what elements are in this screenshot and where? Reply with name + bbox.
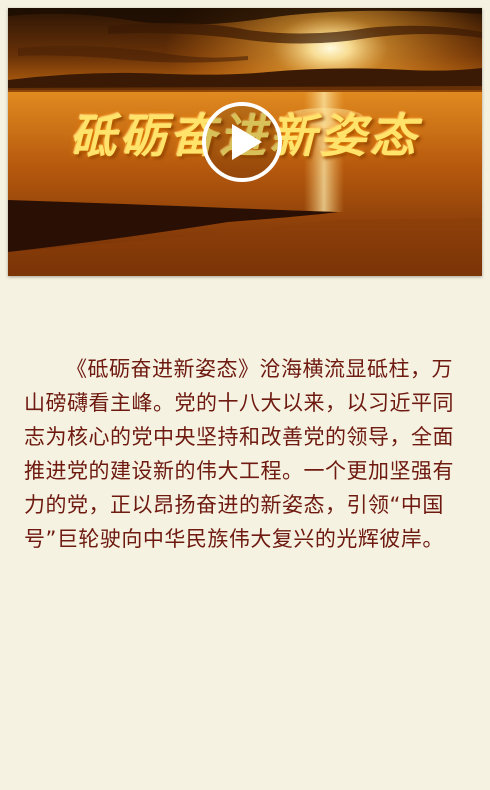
article-paragraph: 《砥砺奋进新姿态》沧海横流显砥柱，万山磅礴看主峰。党的十八大以来，以习近平同志为… xyxy=(24,357,454,551)
play-icon xyxy=(202,102,282,182)
play-button[interactable] xyxy=(200,100,284,184)
video-player[interactable]: 砥砺奋进新姿态 xyxy=(8,8,482,276)
